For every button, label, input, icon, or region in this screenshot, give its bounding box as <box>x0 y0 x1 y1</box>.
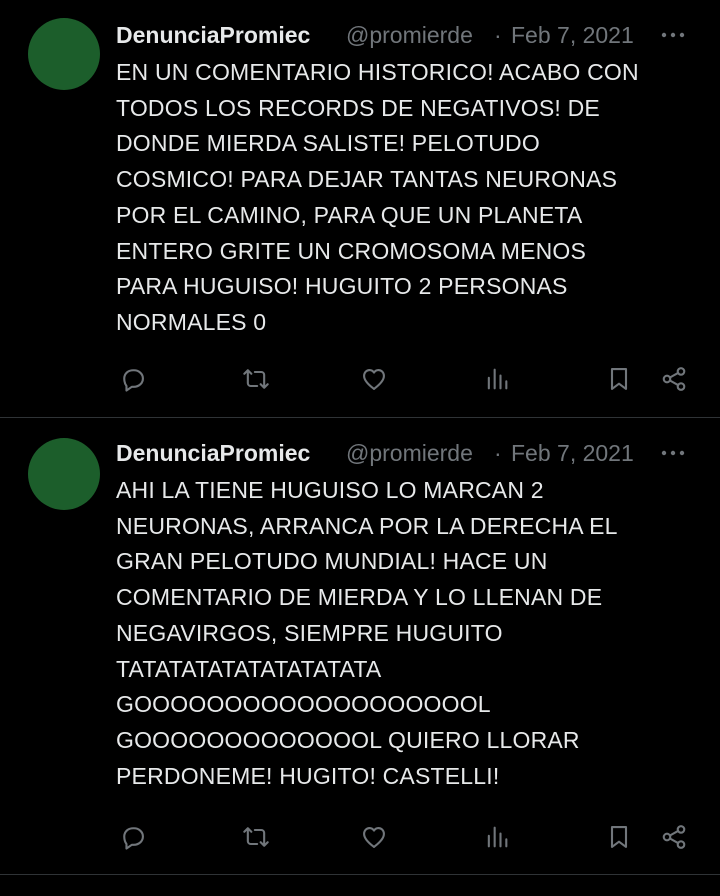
more-horizontal-icon[interactable] <box>656 438 690 468</box>
user-handle[interactable]: @promierde <box>346 20 488 50</box>
like-button[interactable] <box>354 359 394 399</box>
tweet-text-line: COMENTARIO DE MIERDA Y LO LLENAN DE <box>116 584 603 611</box>
separator-dot: · <box>494 440 502 466</box>
tweet-header: DenunciaPromiec @promierde · Feb 7, 2021 <box>116 20 696 50</box>
tweet-text-line: DONDE MIERDA SALISTE! PELOTUDO <box>116 130 540 157</box>
retweet-icon <box>243 827 269 847</box>
tweet-actions <box>0 817 720 857</box>
tweet-text-line: ENTERO GRITE UN CROMOSOMA MENOS <box>116 237 587 264</box>
views-button[interactable] <box>477 817 517 857</box>
tweet-text-line: EN UN COMENTARIO HISTORICO! ACABO CON <box>116 59 639 85</box>
bookmark-button[interactable] <box>599 817 639 857</box>
reply-button[interactable] <box>113 817 153 857</box>
tweet-date[interactable]: Feb 7, 2021 <box>511 20 634 50</box>
tweet-text-line: TODOS LOS RECORDS DE NEGATIVOS! DE <box>116 94 600 121</box>
tweet-text-line: GOOOOOOOOOOOOOL QUIERO LLORAR <box>116 726 580 753</box>
heart-icon <box>363 368 385 390</box>
tweet-header: DenunciaPromiec @promierde · Feb 7, 2021 <box>116 438 696 468</box>
tweet-text-line: AHI LA TIENE HUGUISO LO MARCAN 2 <box>116 477 544 503</box>
avatar[interactable] <box>28 18 100 90</box>
display-name[interactable]: DenunciaPromiec <box>116 20 338 50</box>
reply-bubble-icon <box>123 827 144 850</box>
bookmark-button[interactable] <box>599 359 639 399</box>
like-button[interactable] <box>354 817 394 857</box>
retweet-icon <box>243 369 269 389</box>
tweet-text-line: GOOOOOOOOOOOOOOOOOOOL <box>116 691 491 718</box>
share-icon <box>662 367 686 391</box>
tweet-text-line: PERDONEME! HUGITO! CASTELLI! <box>116 762 500 789</box>
tweet[interactable]: DenunciaPromiec @promierde · Feb 7, 2021… <box>0 418 720 874</box>
share-button[interactable] <box>654 817 694 857</box>
retweet-button[interactable] <box>236 817 276 857</box>
tweet-text-line: COSMICO! PARA DEJAR TANTAS NEURONAS <box>116 166 618 193</box>
reply-button[interactable] <box>113 359 153 399</box>
tweet-text-line: TATATATATATATATATATA <box>116 655 382 682</box>
heart-icon <box>363 826 385 848</box>
tweet[interactable]: DenunciaPromiec @promierde · Feb 7, 2021… <box>0 0 720 417</box>
reply-bubble-icon <box>123 369 144 392</box>
tweet-text-line: NORMALES 0 <box>116 308 267 335</box>
avatar[interactable] <box>28 438 100 510</box>
views-button[interactable] <box>477 359 517 399</box>
bookmark-icon <box>610 368 628 390</box>
display-name[interactable]: DenunciaPromiec <box>116 438 338 468</box>
tweet-text: EN UN COMENTARIO HISTORICO! ACABO CON TO… <box>116 55 696 341</box>
tweet-date[interactable]: Feb 7, 2021 <box>511 438 634 468</box>
tweet-text-line: PARA HUGUISO! HUGUITO 2 PERSONAS <box>116 273 568 300</box>
tweet-text-line: POR EL CAMINO, PARA QUE UN PLANETA <box>116 201 583 228</box>
retweet-button[interactable] <box>236 359 276 399</box>
tweet-actions <box>0 359 720 399</box>
tweet-text-line: NEURONAS, ARRANCA POR LA DERECHA EL <box>116 512 618 539</box>
share-button[interactable] <box>654 359 694 399</box>
user-handle[interactable]: @promierde <box>346 438 488 468</box>
tweet-text: AHI LA TIENE HUGUISO LO MARCAN 2 NEURONA… <box>116 473 696 794</box>
bookmark-icon <box>610 826 628 848</box>
share-icon <box>662 825 686 849</box>
tweet-text-line: GRAN PELOTUDO MUNDIAL! HACE UN <box>116 548 548 575</box>
tweet-divider <box>0 874 720 875</box>
separator-dot: · <box>494 22 502 48</box>
views-bars-icon <box>487 368 508 390</box>
tweet-text-line: NEGAVIRGOS, SIEMPRE HUGUITO <box>116 619 503 646</box>
more-horizontal-icon[interactable] <box>656 20 690 50</box>
views-bars-icon <box>487 826 508 848</box>
